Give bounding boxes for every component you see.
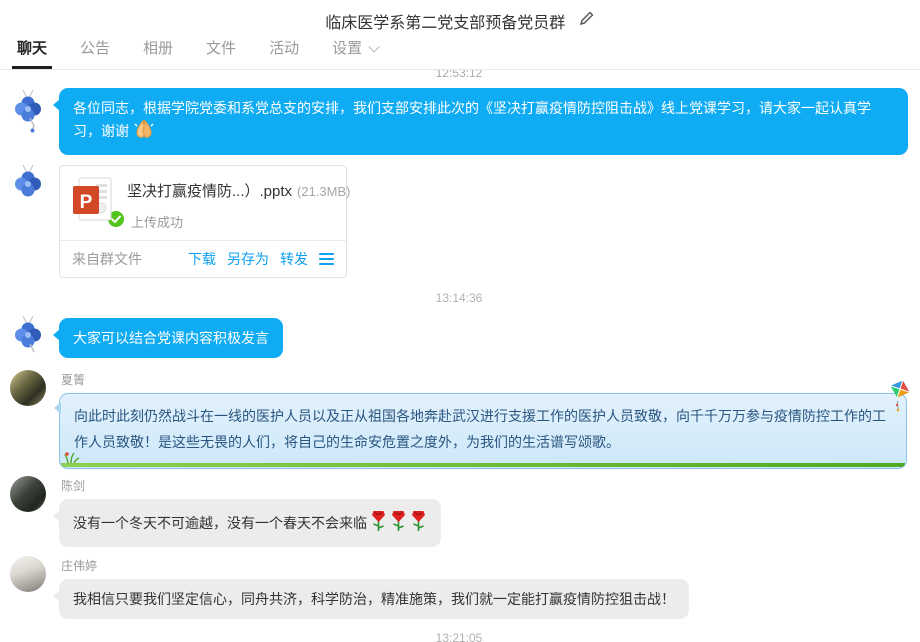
praying-hands-emoji: [132, 127, 156, 143]
chat-message-list: 12:53:12 各位同志，根据学院党委和系党总支的安排，我们支部安排此次的《坚…: [0, 70, 920, 642]
chat-bubble: 大家可以结合党课内容积极发言: [59, 318, 283, 358]
download-link[interactable]: 下载: [188, 249, 216, 269]
timestamp: 13:21:05: [10, 631, 908, 642]
message-text: 向此时此刻仍然战斗在一线的医护人员以及正从祖国各地奔赴武汉进行支援工作的医护人员…: [74, 408, 886, 450]
file-card-footer: 来自群文件 下载 另存为 转发: [60, 240, 346, 277]
avatar-photo[interactable]: [10, 476, 46, 512]
svg-text:P: P: [80, 192, 93, 213]
grass-decoration: [64, 447, 80, 473]
file-info: 坚决打赢疫情防...）.pptx (21.3MB) 上传成功: [127, 177, 351, 233]
avatar-photo[interactable]: [10, 370, 46, 406]
tab-bar: 聊天 公告 相册 文件 活动 设置: [0, 34, 920, 70]
file-name[interactable]: 坚决打赢疫情防...）.pptx: [127, 183, 292, 200]
message-text: 大家可以结合党课内容积极发言: [73, 330, 269, 346]
rose-emoji: [410, 519, 427, 535]
sender-name: 陈剑: [61, 477, 441, 494]
kite-decoration: [885, 379, 915, 421]
tab-settings[interactable]: 设置: [329, 29, 379, 69]
forward-link[interactable]: 转发: [280, 249, 308, 269]
sender-name: 庄伟婷: [61, 557, 689, 574]
save-as-link[interactable]: 另存为: [227, 249, 269, 269]
menu-bars-icon[interactable]: [319, 250, 334, 268]
file-card-top: P 坚决打赢疫情防...）.pptx(21.3MB): [60, 166, 346, 240]
chat-bubble-themed: 向此时此刻仍然战斗在一线的医护人员以及正从祖国各地奔赴武汉进行支援工作的医护人员…: [59, 393, 907, 469]
message-row: 庄伟婷 我相信只要我们坚定信心，同舟共济，科学防治，精准施策，我们就一定能打赢疫…: [10, 556, 908, 619]
tab-activities[interactable]: 活动: [266, 29, 302, 69]
avatar-clover-pendant[interactable]: [10, 314, 46, 360]
avatar-photo[interactable]: [10, 556, 46, 592]
avatar-clover-pendant[interactable]: [10, 163, 46, 209]
upload-status: 上传成功: [131, 212, 183, 231]
tab-files[interactable]: 文件: [203, 29, 239, 69]
tab-announcement[interactable]: 公告: [77, 29, 113, 69]
sender-name: 夏箐: [61, 371, 907, 388]
rose-emoji: [370, 519, 387, 535]
tab-chat[interactable]: 聊天: [14, 29, 50, 69]
message-row: 夏箐 向此时此刻仍然战斗在一线的医护人员以及正从祖国各地奔赴武汉进行支援工作的医…: [10, 370, 908, 469]
file-source-label: 来自群文件: [72, 249, 177, 269]
edit-pencil-icon[interactable]: [578, 10, 595, 32]
message-row: 陈剑 没有一个冬天不可逾越，没有一个春天不会来临: [10, 476, 908, 547]
chat-bubble: 各位同志，根据学院党委和系党总支的安排，我们支部安排此次的《坚决打赢疫情防控阻击…: [59, 88, 908, 155]
chevron-down-icon: [369, 41, 380, 52]
group-header: 临床医学系第二党支部预备党员群: [0, 0, 920, 34]
message-row: 各位同志，根据学院党委和系党总支的安排，我们支部安排此次的《坚决打赢疫情防控阻击…: [10, 88, 908, 155]
message-text: 各位同志，根据学院党委和系党总支的安排，我们支部安排此次的《坚决打赢疫情防控阻击…: [73, 100, 871, 139]
tab-settings-label: 设置: [332, 40, 362, 57]
rose-emoji: [390, 519, 407, 535]
message-row: 大家可以结合党课内容积极发言: [10, 314, 908, 360]
message-text: 我相信只要我们坚定信心，同舟共济，科学防治，精准施策，我们就一定能打赢疫情防控狙…: [73, 591, 675, 607]
timestamp: 13:14:36: [10, 291, 908, 305]
avatar-clover-pendant[interactable]: [10, 88, 46, 134]
file-message-card[interactable]: P 坚决打赢疫情防...）.pptx (21.3MB): [59, 165, 347, 278]
message-row: P 坚决打赢疫情防...）.pptx (21.3MB): [10, 163, 908, 278]
message-text: 没有一个冬天不可逾越，没有一个春天不会来临: [73, 515, 367, 531]
ppt-file-icon: P: [72, 177, 114, 227]
chat-bubble: 我相信只要我们坚定信心，同舟共济，科学防治，精准施策，我们就一定能打赢疫情防控狙…: [59, 579, 689, 619]
file-size: (21.3MB): [297, 184, 350, 199]
clipped-timestamp: 12:53:12: [10, 70, 908, 82]
chat-bubble: 没有一个冬天不可逾越，没有一个春天不会来临: [59, 499, 441, 547]
tab-album[interactable]: 相册: [140, 29, 176, 69]
